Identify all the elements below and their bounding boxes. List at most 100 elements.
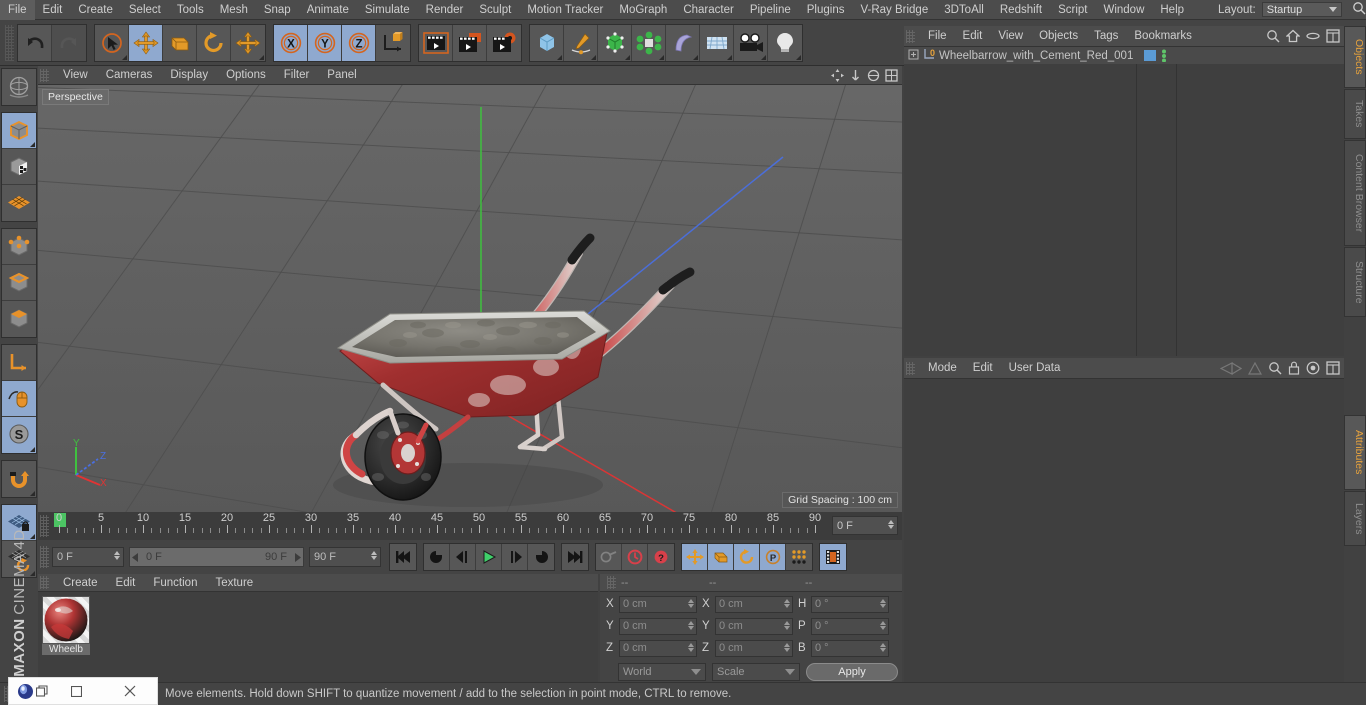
- soft-selection-button[interactable]: S: [2, 417, 36, 453]
- render-settings-button[interactable]: [487, 24, 521, 61]
- menu-mograph[interactable]: MoGraph: [611, 0, 675, 20]
- search-icon[interactable]: [1352, 1, 1366, 18]
- add-bend-button[interactable]: [666, 24, 700, 61]
- live-selection-tool[interactable]: [95, 24, 129, 61]
- spinner-icon[interactable]: [880, 642, 886, 652]
- point-level-anim-button[interactable]: [786, 544, 812, 570]
- size-field-2[interactable]: 0 cm: [715, 639, 793, 657]
- next-attribute-icon[interactable]: [1247, 361, 1263, 378]
- timeline-grip[interactable]: [40, 515, 49, 537]
- menu-window[interactable]: Window: [1095, 0, 1152, 20]
- spinner-icon[interactable]: [784, 642, 790, 652]
- menu-create[interactable]: Create: [70, 0, 121, 20]
- menu-edit[interactable]: Edit: [35, 0, 71, 20]
- menu-mesh[interactable]: Mesh: [212, 0, 256, 20]
- end-frame-field[interactable]: 90 F: [309, 547, 381, 567]
- attribute-menu-user-data[interactable]: User Data: [1001, 358, 1069, 379]
- spinner-icon[interactable]: [114, 551, 120, 560]
- snap-button[interactable]: [2, 461, 36, 497]
- rotate-view-icon[interactable]: [867, 69, 880, 85]
- menu-sculpt[interactable]: Sculpt: [471, 0, 519, 20]
- step-back-button[interactable]: [450, 544, 476, 570]
- rotation-field-0[interactable]: 0 °: [811, 595, 889, 613]
- render-view-button[interactable]: [419, 24, 453, 61]
- attribute-manager-grip[interactable]: [906, 361, 915, 375]
- menu-plugins[interactable]: Plugins: [799, 0, 853, 20]
- material-menu-function[interactable]: Function: [144, 574, 206, 592]
- timeline-track[interactable]: 0 5 10 15 20 25 30 35 40 45 50 55 60 65 70 75 80 85 90: [51, 512, 828, 540]
- object-menu-view[interactable]: View: [990, 26, 1031, 47]
- edge-mode-button[interactable]: [2, 265, 36, 301]
- move-tool[interactable]: [129, 24, 163, 61]
- menu-pipeline[interactable]: Pipeline: [742, 0, 799, 20]
- menu-select[interactable]: Select: [121, 0, 169, 20]
- lock-icon[interactable]: [1288, 361, 1300, 378]
- menu-simulate[interactable]: Simulate: [357, 0, 418, 20]
- dynamic-place-tool[interactable]: [231, 24, 265, 61]
- layout-toggle-icon[interactable]: [1326, 29, 1340, 46]
- menu-snap[interactable]: Snap: [256, 0, 299, 20]
- maximize-view-icon[interactable]: [885, 69, 898, 85]
- menu-tools[interactable]: Tools: [169, 0, 212, 20]
- spinner-icon[interactable]: [371, 551, 377, 560]
- spinner-icon[interactable]: [880, 598, 886, 608]
- controls-grip[interactable]: [40, 546, 49, 568]
- menu-script[interactable]: Script: [1050, 0, 1095, 20]
- menu-character[interactable]: Character: [675, 0, 742, 20]
- record-key-button[interactable]: [596, 544, 622, 570]
- play-button[interactable]: [476, 544, 502, 570]
- position-field-2[interactable]: 0 cm: [619, 639, 697, 657]
- add-light-button[interactable]: [768, 24, 802, 61]
- tool-expand-corner[interactable]: [727, 54, 732, 60]
- undo-view-button[interactable]: [2, 69, 36, 105]
- object-manager-grip[interactable]: [906, 29, 915, 43]
- size-field-1[interactable]: 0 cm: [715, 617, 793, 635]
- menu-help[interactable]: Help: [1152, 0, 1192, 20]
- redo-button[interactable]: [52, 24, 86, 61]
- attribute-content[interactable]: [904, 379, 1344, 682]
- axis-modify-button[interactable]: [2, 345, 36, 381]
- coordinates-grip[interactable]: [607, 576, 616, 589]
- rotation-key-button[interactable]: [734, 544, 760, 570]
- lock-y-axis[interactable]: Y: [308, 24, 342, 61]
- object-menu-edit[interactable]: Edit: [955, 26, 991, 47]
- prev-attribute-icon[interactable]: [1219, 361, 1243, 378]
- viewport-menu-panel[interactable]: Panel: [318, 66, 365, 85]
- timeline-button[interactable]: [820, 544, 846, 570]
- tab-content-browser[interactable]: Content Browser: [1344, 140, 1366, 246]
- viewport-grip[interactable]: [40, 68, 49, 82]
- keyframe-selection-button[interactable]: ?: [648, 544, 674, 570]
- rotate-tool[interactable]: [197, 24, 231, 61]
- search-icon[interactable]: [1266, 29, 1280, 46]
- spinner-icon[interactable]: [688, 620, 694, 630]
- world-object-coord[interactable]: [376, 24, 410, 61]
- lock-x-axis[interactable]: X: [274, 24, 308, 61]
- size-field-0[interactable]: 0 cm: [715, 595, 793, 613]
- tool-expand-corner[interactable]: [122, 54, 127, 60]
- point-mode-button[interactable]: [2, 229, 36, 265]
- material-item[interactable]: Wheelb: [42, 596, 90, 655]
- material-preview[interactable]: [42, 596, 90, 644]
- maximize-button[interactable]: [49, 685, 103, 697]
- menu-redshift[interactable]: Redshift: [992, 0, 1050, 20]
- attribute-menu-mode[interactable]: Mode: [920, 358, 965, 379]
- menu-motion-tracker[interactable]: Motion Tracker: [519, 0, 611, 20]
- spinner-icon[interactable]: [688, 642, 694, 652]
- polygon-mode-button[interactable]: [2, 301, 36, 337]
- undo-button[interactable]: [18, 24, 52, 61]
- tool-expand-corner[interactable]: [30, 491, 35, 496]
- tool-expand-corner[interactable]: [591, 54, 596, 60]
- tab-layers[interactable]: Layers: [1344, 491, 1366, 546]
- pan-view-icon[interactable]: [831, 69, 844, 85]
- position-field-0[interactable]: 0 cm: [619, 595, 697, 613]
- tool-expand-corner[interactable]: [659, 54, 664, 60]
- material-menu-edit[interactable]: Edit: [107, 574, 145, 592]
- menu-file[interactable]: File: [0, 0, 35, 20]
- add-floor-button[interactable]: [700, 24, 734, 61]
- autokeying-button[interactable]: [622, 544, 648, 570]
- tab-structure[interactable]: Structure: [1344, 247, 1366, 317]
- scale-tool[interactable]: [163, 24, 197, 61]
- object-tree[interactable]: 0 Wheelbarrow_with_Cement_Red_001: [904, 47, 1344, 356]
- viewport-canvas[interactable]: Perspective Grid Spacing : 100 cm Y X Z: [38, 85, 902, 512]
- position-key-button[interactable]: [682, 544, 708, 570]
